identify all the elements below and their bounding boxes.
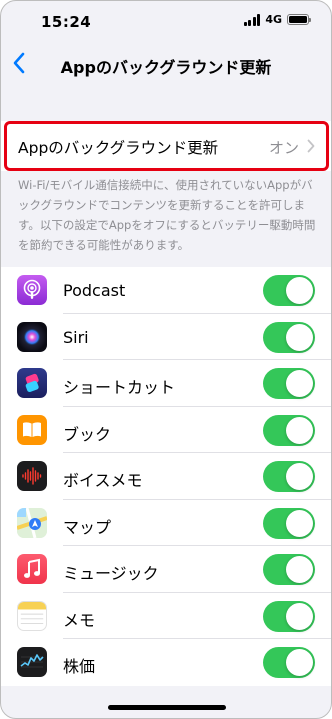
notes-toggle[interactable]	[263, 600, 315, 632]
phone-screen: 15:24 4G Appのバックグラウンド更新 Appのバックグラウンド更新 オ…	[0, 0, 332, 719]
list-item-notes: メモ	[1, 593, 331, 639]
status-bar: 15:24 4G	[1, 1, 331, 41]
app-name: マップ	[63, 517, 112, 537]
app-name: Podcast	[63, 281, 126, 300]
app-name: ミュージック	[63, 564, 159, 583]
setting-value: オン	[268, 139, 299, 157]
books-icon	[17, 414, 47, 445]
setting-description: Wi-Fi/モバイル通信接続中に、使用されていないAppがバックグラウンドでコン…	[18, 178, 316, 252]
list-item-podcast: Podcast	[1, 267, 331, 314]
home-indicator	[108, 705, 226, 710]
list-item-shortcuts: ショートカット	[1, 360, 331, 407]
list-item-voice-memo: ボイスメモ	[1, 453, 331, 500]
signal-icon	[243, 13, 261, 26]
app-list: Podcast Siri ショートカット ブック ボイスメモ マップ ミュージッ…	[1, 267, 331, 686]
stocks-toggle[interactable]	[263, 647, 315, 678]
siri-toggle[interactable]	[263, 321, 315, 353]
voice-memo-icon	[17, 461, 47, 491]
list-item-books: ブック	[1, 407, 331, 453]
music-icon	[17, 554, 47, 584]
status-time: 15:24	[41, 13, 92, 31]
chevron-right-icon	[307, 139, 315, 153]
battery-icon	[287, 14, 311, 25]
app-name: Siri	[63, 327, 89, 347]
shortcuts-toggle[interactable]	[263, 368, 315, 399]
shortcuts-icon	[17, 368, 47, 398]
page-title: Appのバックグラウンド更新	[60, 58, 272, 77]
voice-memo-toggle[interactable]	[263, 461, 315, 492]
app-name: ブック	[63, 424, 112, 444]
books-toggle[interactable]	[263, 414, 315, 446]
list-item-stocks: 株価	[1, 639, 331, 686]
network-type: 4G	[265, 13, 282, 26]
setting-label: Appのバックグラウンド更新	[18, 139, 219, 157]
list-item-music: ミュージック	[1, 546, 331, 593]
list-item-siri: Siri	[1, 314, 331, 360]
status-indicators: 4G	[243, 13, 311, 26]
background-refresh-setting-row[interactable]: Appのバックグラウンド更新 オン	[1, 121, 331, 171]
list-item-maps: マップ	[1, 500, 331, 546]
nav-bar: Appのバックグラウンド更新	[1, 45, 331, 85]
stocks-icon	[17, 647, 47, 677]
podcast-icon	[17, 275, 47, 305]
podcast-toggle[interactable]	[263, 275, 315, 306]
app-name: 株価	[63, 657, 96, 676]
maps-toggle[interactable]	[263, 507, 315, 539]
music-toggle[interactable]	[263, 554, 315, 585]
siri-icon	[17, 321, 47, 352]
app-name: ボイスメモ	[63, 471, 143, 490]
notes-icon	[17, 600, 47, 631]
app-name: メモ	[63, 610, 96, 630]
app-name: ショートカット	[63, 378, 176, 397]
maps-icon	[17, 507, 47, 538]
